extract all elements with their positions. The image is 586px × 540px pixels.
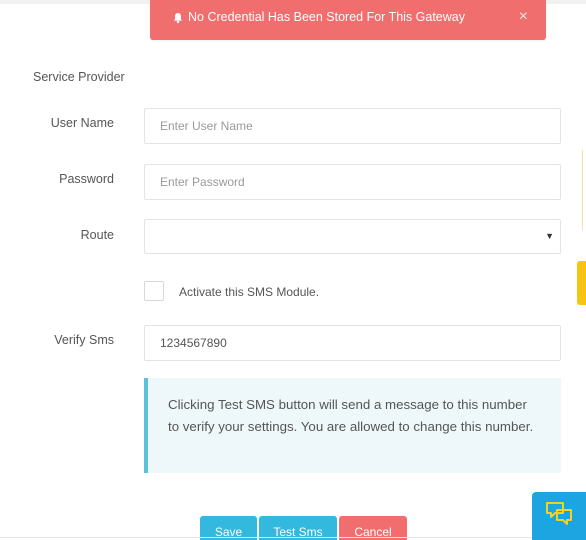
route-label: Route [80, 228, 114, 242]
password-input[interactable] [144, 164, 561, 200]
password-label: Password [59, 172, 114, 186]
close-icon[interactable]: × [519, 9, 528, 25]
caret-down-icon: ▼ [545, 231, 554, 241]
bottom-divider [0, 537, 586, 538]
username-label: User Name [50, 116, 114, 130]
credential-alert: No Credential Has Been Stored For This G… [150, 0, 546, 40]
verify-label: Verify Sms [54, 333, 114, 347]
right-edge-panel [582, 150, 586, 230]
chat-widget[interactable] [532, 492, 586, 540]
route-select[interactable]: ▼ [144, 219, 561, 254]
side-tab[interactable] [577, 261, 586, 305]
activate-label: Activate this SMS Module. [179, 285, 320, 299]
info-text: Clicking Test SMS button will send a mes… [168, 397, 534, 434]
verify-number-input[interactable] [144, 325, 561, 361]
info-box: Clicking Test SMS button will send a mes… [144, 378, 561, 473]
chat-icon [545, 501, 573, 532]
section-title: Service Provider [33, 70, 125, 84]
bell-icon [172, 12, 184, 24]
username-input[interactable] [144, 108, 561, 144]
activate-checkbox[interactable] [144, 281, 164, 301]
alert-message: No Credential Has Been Stored For This G… [188, 10, 465, 24]
